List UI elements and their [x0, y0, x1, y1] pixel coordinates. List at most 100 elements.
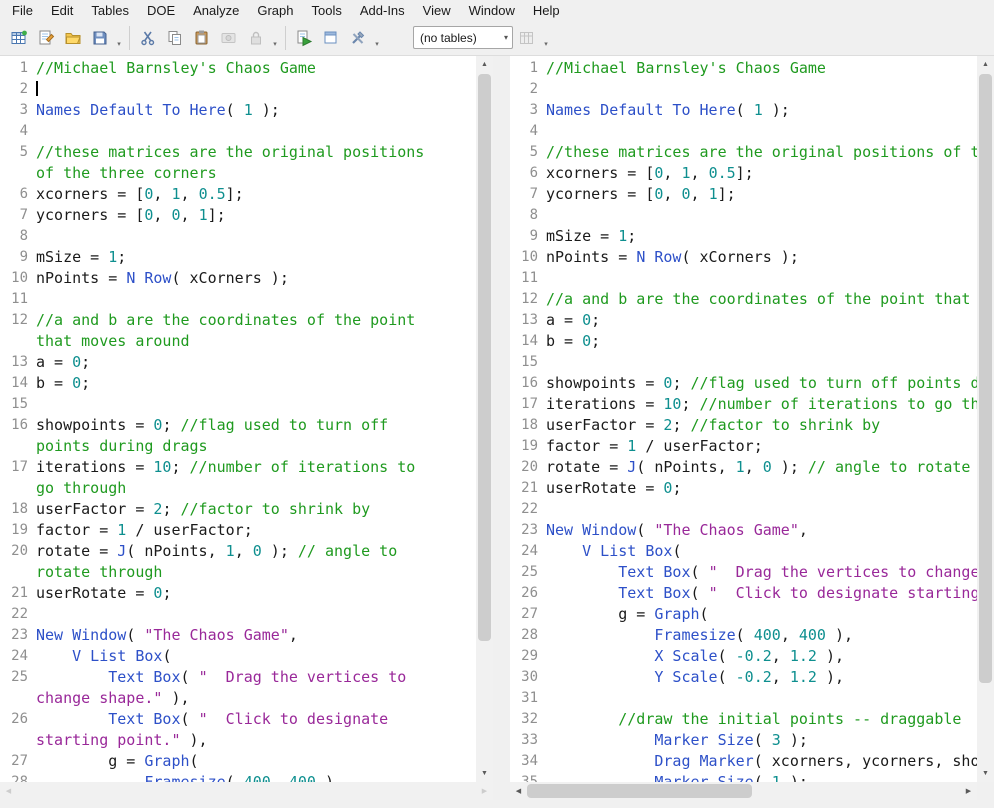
code-line[interactable]: 1//Michael Barnsley's Chaos Game [0, 58, 476, 79]
code-line[interactable]: starting point." ), [0, 730, 476, 751]
code-line[interactable]: 22 [0, 604, 476, 625]
code-line[interactable]: 18userFactor = 2; //factor to shrink by [510, 415, 977, 436]
code-line[interactable]: 3Names Default To Here( 1 ); [510, 100, 977, 121]
table-selector-dropdown[interactable]: (no tables) ▾ [413, 26, 513, 49]
horizontal-scrollbar-right[interactable]: ◀ ▶ [510, 782, 977, 800]
code-line[interactable]: 23New Window( "The Chaos Game", [0, 625, 476, 646]
save-button[interactable] [86, 24, 113, 51]
code-line[interactable]: 5//these matrices are the original posit… [510, 142, 977, 163]
code-line[interactable]: 26 Text Box( " Click to designate starti… [510, 583, 977, 604]
menu-item-file[interactable]: File [3, 0, 42, 20]
menu-item-view[interactable]: View [414, 0, 460, 20]
code-line[interactable]: 32 //draw the initial points -- draggabl… [510, 709, 977, 730]
code-line[interactable]: 22 [510, 499, 977, 520]
open-button[interactable] [59, 24, 86, 51]
code-line[interactable]: 16showpoints = 0; //flag used to turn of… [0, 415, 476, 436]
horizontal-scrollbar-left[interactable]: ◀ ▶ [0, 782, 493, 800]
code-line[interactable]: 24 V List Box( [0, 646, 476, 667]
menu-item-graph[interactable]: Graph [248, 0, 302, 20]
code-line[interactable]: 17iterations = 10; //number of iteration… [510, 394, 977, 415]
pane-splitter[interactable] [493, 56, 510, 782]
code-line[interactable]: 6xcorners = [0, 1, 0.5]; [510, 163, 977, 184]
code-line[interactable]: 21userRotate = 0; [0, 583, 476, 604]
code-line[interactable]: 23New Window( "The Chaos Game", [510, 520, 977, 541]
code-line[interactable]: 34 Drag Marker( xcorners, ycorners, show… [510, 751, 977, 772]
code-line[interactable]: 4 [510, 121, 977, 142]
scrollbar-track[interactable] [17, 782, 476, 800]
code-line[interactable]: 4 [0, 121, 476, 142]
code-line[interactable]: 10nPoints = N Row( xCorners ); [510, 247, 977, 268]
code-line[interactable]: 21userRotate = 0; [510, 478, 977, 499]
code-line[interactable]: of the three corners [0, 163, 476, 184]
code-line[interactable]: 30 Y Scale( -0.2, 1.2 ), [510, 667, 977, 688]
menu-item-window[interactable]: Window [460, 0, 524, 20]
code-line[interactable]: 9mSize = 1; [0, 247, 476, 268]
code-line[interactable]: 8 [0, 226, 476, 247]
code-line[interactable]: 33 Marker Size( 3 ); [510, 730, 977, 751]
code-line[interactable]: 28 Framesize( 400, 400 ), [510, 625, 977, 646]
paste-button[interactable] [188, 24, 215, 51]
menu-item-addins[interactable]: Add-Ins [351, 0, 414, 20]
copy-button[interactable] [161, 24, 188, 51]
scrollbar-thumb[interactable] [979, 74, 992, 683]
toolbar-overflow-button[interactable]: ▾ [113, 24, 125, 51]
code-line[interactable]: 16showpoints = 0; //flag used to turn of… [510, 373, 977, 394]
code-line[interactable]: 17iterations = 10; //number of iteration… [0, 457, 476, 478]
new-window-button[interactable] [317, 24, 344, 51]
script-pane-left[interactable]: 1//Michael Barnsley's Chaos Game23Names … [0, 56, 493, 782]
code-line[interactable]: rotate through [0, 562, 476, 583]
menu-item-tools[interactable]: Tools [303, 0, 351, 20]
code-line[interactable]: 14b = 0; [0, 373, 476, 394]
code-line[interactable]: 2 [510, 79, 977, 100]
scrollbar-track[interactable] [977, 73, 994, 765]
code-line[interactable]: 11 [510, 268, 977, 289]
scrollbar-thumb[interactable] [527, 784, 752, 798]
code-line[interactable]: 12//a and b are the coordinates of the p… [0, 310, 476, 331]
run-script-button[interactable] [290, 24, 317, 51]
scroll-up-arrow[interactable]: ▲ [476, 56, 493, 73]
code-line[interactable]: 8 [510, 205, 977, 226]
code-line[interactable]: 10nPoints = N Row( xCorners ); [0, 268, 476, 289]
code-line[interactable]: 25 Text Box( " Drag the vertices to chan… [510, 562, 977, 583]
code-line[interactable]: 20rotate = J( nPoints, 1, 0 ); // angle … [510, 457, 977, 478]
menu-item-edit[interactable]: Edit [42, 0, 82, 20]
code-line[interactable]: 1//Michael Barnsley's Chaos Game [510, 58, 977, 79]
code-line[interactable]: 26 Text Box( " Click to designate [0, 709, 476, 730]
script-pane-right[interactable]: 1//Michael Barnsley's Chaos Game23Names … [510, 56, 994, 782]
code-line[interactable]: 13a = 0; [0, 352, 476, 373]
tools-button[interactable] [344, 24, 371, 51]
code-line[interactable]: points during drags [0, 436, 476, 457]
code-line[interactable]: 28 Framesize( 400, 400 ), [0, 772, 476, 782]
code-line[interactable]: 2 [0, 79, 476, 100]
menu-item-doe[interactable]: DOE [138, 0, 184, 20]
code-line[interactable]: 19factor = 1 / userFactor; [0, 520, 476, 541]
code-line[interactable]: 15 [510, 352, 977, 373]
toolbar-overflow-button[interactable]: ▾ [540, 24, 552, 51]
code-line[interactable]: 6xcorners = [0, 1, 0.5]; [0, 184, 476, 205]
code-line[interactable]: 13a = 0; [510, 310, 977, 331]
code-line[interactable]: 35 Marker Size( 1 ); [510, 772, 977, 782]
code-line[interactable]: 5//these matrices are the original posit… [0, 142, 476, 163]
code-line[interactable]: 9mSize = 1; [510, 226, 977, 247]
code-line[interactable]: 18userFactor = 2; //factor to shrink by [0, 499, 476, 520]
new-data-table-button[interactable] [5, 24, 32, 51]
code-line[interactable]: go through [0, 478, 476, 499]
code-line[interactable]: 27 g = Graph( [0, 751, 476, 772]
scroll-up-arrow[interactable]: ▲ [977, 56, 994, 73]
code-line[interactable]: 24 V List Box( [510, 541, 977, 562]
new-script-button[interactable] [32, 24, 59, 51]
code-line[interactable]: 19factor = 1 / userFactor; [510, 436, 977, 457]
code-line[interactable]: 12//a and b are the coordinates of the p… [510, 289, 977, 310]
scroll-right-arrow[interactable]: ▶ [476, 782, 493, 800]
cut-button[interactable] [134, 24, 161, 51]
code-line[interactable]: 7ycorners = [0, 0, 1]; [510, 184, 977, 205]
code-line[interactable]: 20rotate = J( nPoints, 1, 0 ); // angle … [0, 541, 476, 562]
data-table-button[interactable] [513, 24, 540, 51]
screen-capture-button[interactable] [215, 24, 242, 51]
scrollbar-thumb[interactable] [478, 74, 491, 641]
code-line[interactable]: change shape." ), [0, 688, 476, 709]
scrollbar-track[interactable] [527, 782, 960, 800]
lock-button[interactable] [242, 24, 269, 51]
code-line[interactable]: 29 X Scale( -0.2, 1.2 ), [510, 646, 977, 667]
code-line[interactable]: 27 g = Graph( [510, 604, 977, 625]
